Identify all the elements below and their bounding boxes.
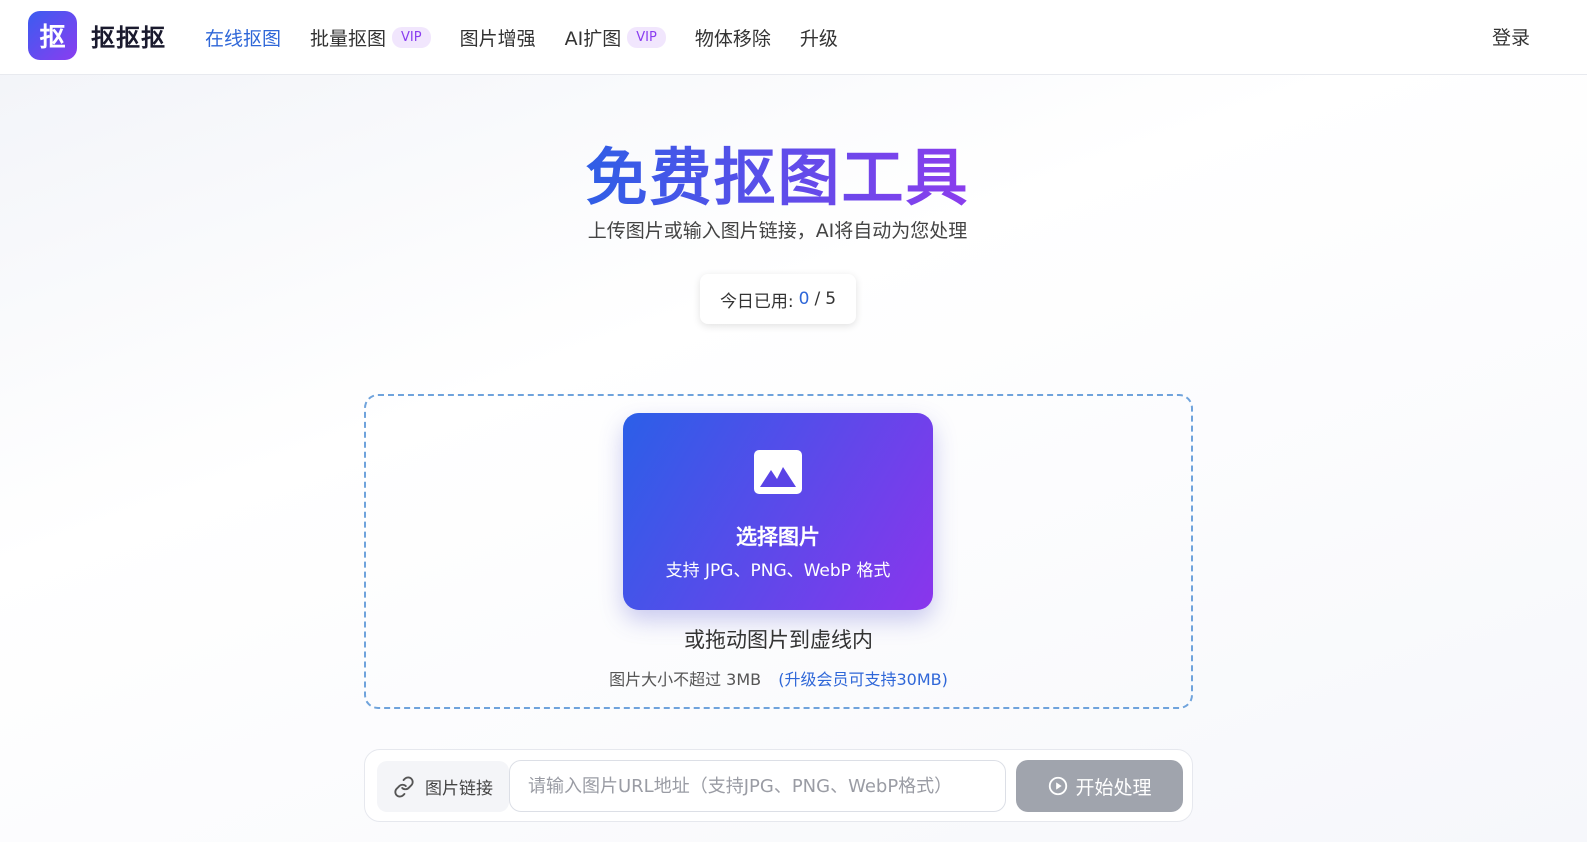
play-circle-icon bbox=[1049, 776, 1068, 796]
nav-item-label: 在线抠图 bbox=[205, 28, 282, 50]
page-title: 免费抠图工具 bbox=[0, 127, 1555, 217]
vip-badge: VIP bbox=[627, 27, 666, 48]
vip-badge: VIP bbox=[392, 27, 431, 48]
nav-item-ai-expand[interactable]: AI扩图 VIP bbox=[565, 24, 666, 51]
link-icon bbox=[394, 775, 414, 798]
brand-name[interactable]: 抠抠抠 bbox=[91, 18, 166, 53]
top-navbar: 抠 抠抠抠 在线抠图 批量抠图 VIP 图片增强 AI扩图 VIP 物体移除 升… bbox=[0, 0, 1587, 75]
login-button[interactable]: 登录 bbox=[1492, 23, 1530, 50]
url-label-text: 图片链接 bbox=[425, 779, 493, 799]
nav-item-label: 物体移除 bbox=[694, 28, 771, 50]
usage-separator: / bbox=[814, 289, 821, 309]
nav-item-online-cutout[interactable]: 在线抠图 bbox=[205, 24, 281, 51]
image-url-input[interactable] bbox=[509, 760, 1006, 812]
nav-item-upgrade[interactable]: 升级 bbox=[800, 24, 838, 51]
nav-item-label: 批量抠图 bbox=[310, 28, 387, 50]
usage-used: 0 bbox=[798, 289, 810, 309]
usage-limit: 5 bbox=[825, 289, 837, 309]
size-limit-note: 图片大小不超过 3MB (升级会员可支持30MB) bbox=[364, 666, 1193, 690]
page-title-text: 免费抠图工具 bbox=[585, 141, 970, 214]
nav-item-image-enhance[interactable]: 图片增强 bbox=[460, 24, 536, 51]
start-processing-button[interactable]: 开始处理 bbox=[1016, 760, 1183, 812]
nav-item-label: 图片增强 bbox=[459, 28, 536, 50]
main-nav: 在线抠图 批量抠图 VIP 图片增强 AI扩图 VIP 物体移除 升级 bbox=[205, 0, 867, 75]
daily-usage-counter: 今日已用: 0 / 5 bbox=[700, 274, 856, 324]
page-subtitle: 上传图片或输入图片链接，AI将自动为您处理 bbox=[587, 220, 968, 242]
upgrade-link[interactable]: (升级会员可支持30MB) bbox=[778, 670, 948, 689]
url-label: 图片链接 bbox=[377, 761, 509, 812]
logo[interactable]: 抠 bbox=[28, 11, 77, 60]
image-icon bbox=[754, 450, 802, 494]
nav-item-object-removal[interactable]: 物体移除 bbox=[695, 24, 771, 51]
nav-item-label: 升级 bbox=[799, 28, 838, 50]
url-input-bar: 图片链接 开始处理 bbox=[364, 749, 1193, 822]
nav-item-batch-cutout[interactable]: 批量抠图 VIP bbox=[310, 24, 431, 51]
start-processing-label: 开始处理 bbox=[1075, 776, 1152, 799]
select-image-button[interactable]: 选择图片 支持 JPG、PNG、WebP 格式 bbox=[623, 413, 933, 610]
supported-formats-hint: 支持 JPG、PNG、WebP 格式 bbox=[665, 561, 891, 581]
usage-label: 今日已用: bbox=[719, 291, 794, 312]
drag-drop-hint: 或拖动图片到虚线内 bbox=[684, 628, 873, 652]
select-image-title: 选择图片 bbox=[736, 525, 820, 549]
size-limit-text: 图片大小不超过 3MB bbox=[609, 670, 762, 689]
nav-item-label: AI扩图 bbox=[564, 28, 622, 50]
